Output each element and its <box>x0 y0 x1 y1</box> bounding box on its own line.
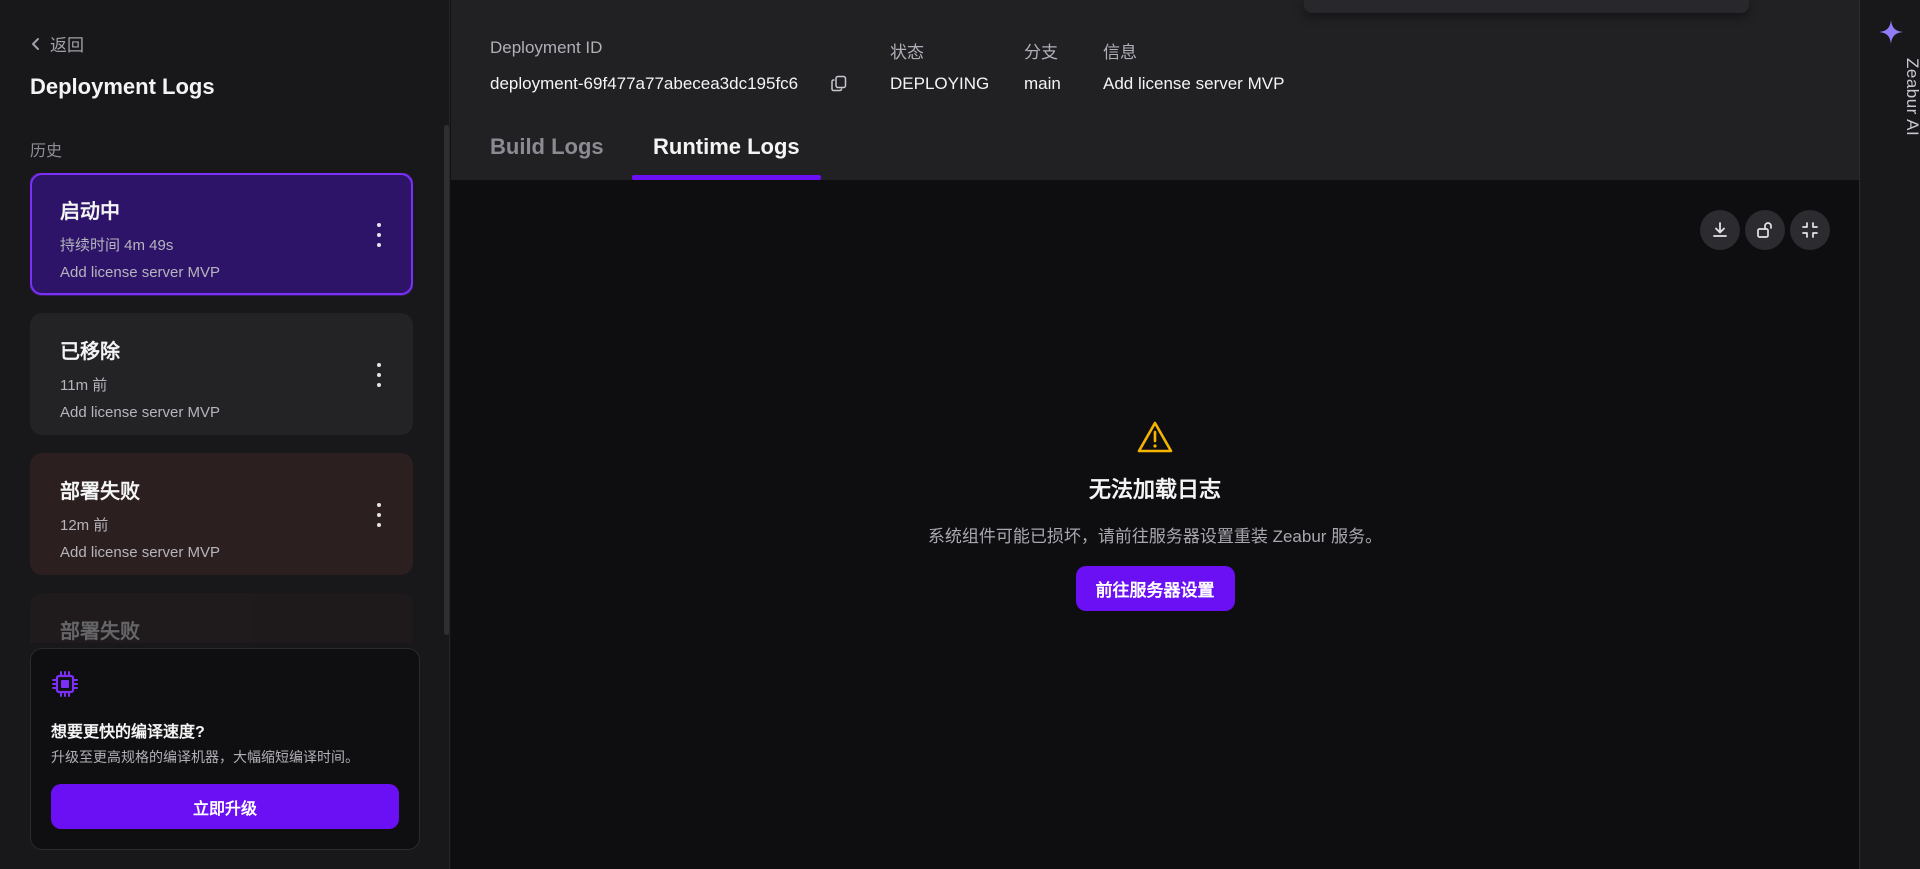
deployment-card-failed[interactable]: 部署失败 12m 前 Add license server MVP <box>30 453 413 575</box>
branch-label: 分支 <box>1024 43 1058 62</box>
cpu-chip-icon <box>52 671 78 697</box>
download-logs-button[interactable] <box>1700 210 1740 250</box>
deployment-status: 部署失败 <box>60 481 140 503</box>
error-description: 系统组件可能已损坏，请前往服务器设置重装 Zeabur 服务。 <box>927 527 1383 546</box>
status-label: 状态 <box>890 43 924 62</box>
download-icon <box>1713 222 1727 237</box>
upgrade-description: 升级至更高规格的编译机器，大幅缩短编译时间。 <box>51 749 359 765</box>
upgrade-promo-card: 想要更快的编译速度? 升级至更高规格的编译机器，大幅缩短编译时间。 立即升级 <box>30 648 420 850</box>
zeabur-ai-label: Zeabur AI <box>1903 58 1920 137</box>
tab-build-logs[interactable]: Build Logs <box>490 134 604 160</box>
top-popover-edge <box>1304 0 1749 13</box>
history-section-label: 历史 <box>30 143 63 160</box>
logs-error-state: 无法加载日志 系统组件可能已损坏，请前往服务器设置重装 Zeabur 服务。 前… <box>451 420 1859 611</box>
deployment-id-value: deployment-69f477a77abecea3dc195fc6 <box>490 74 799 93</box>
info-label: 信息 <box>1103 43 1137 62</box>
copy-icon[interactable] <box>831 75 847 92</box>
deployment-status: 启动中 <box>60 201 120 223</box>
deployment-history-list: 启动中 持续时间 4m 49s Add license server MVP 已… <box>30 173 413 643</box>
info-value: Add license server MVP <box>1103 74 1285 93</box>
tab-runtime-logs[interactable]: Runtime Logs <box>653 134 800 160</box>
deployment-card-removed[interactable]: 已移除 11m 前 Add license server MVP <box>30 313 413 435</box>
more-options-icon[interactable] <box>375 363 383 387</box>
branch-value: main <box>1024 74 1061 93</box>
deployment-card-failed[interactable]: 部署失败 <box>30 593 413 643</box>
chevron-left-icon <box>32 37 39 50</box>
deployment-card-deploying[interactable]: 启动中 持续时间 4m 49s Add license server MVP <box>30 173 413 295</box>
sidebar-scrollbar[interactable] <box>444 125 449 635</box>
warning-triangle-icon <box>1137 421 1173 453</box>
deployment-duration: 持续时间 4m 49s <box>60 237 174 254</box>
more-options-icon[interactable] <box>375 223 383 247</box>
upgrade-title: 想要更快的编译速度? <box>51 724 205 741</box>
deployment-header: Deployment ID deployment-69f477a77abecea… <box>451 0 1859 180</box>
deployment-commit-message: Add license server MVP <box>60 544 221 561</box>
app-root: 返回 Deployment Logs 历史 启动中 持续时间 4m 49s Ad… <box>0 0 1920 869</box>
more-options-icon[interactable] <box>375 503 383 527</box>
deployment-time: 11m 前 <box>60 377 108 394</box>
deployment-status: 部署失败 <box>60 621 140 643</box>
lock-scroll-button[interactable] <box>1745 210 1785 250</box>
deployment-time: 12m 前 <box>60 517 109 534</box>
upgrade-now-button[interactable]: 立即升级 <box>51 784 399 829</box>
back-link[interactable]: 返回 <box>30 31 84 56</box>
sidebar: 返回 Deployment Logs 历史 启动中 持续时间 4m 49s Ad… <box>0 0 450 869</box>
deployment-status: 已移除 <box>60 341 120 363</box>
active-tab-indicator <box>632 175 821 180</box>
go-to-server-settings-button[interactable]: 前往服务器设置 <box>1075 566 1235 611</box>
main-panel: Deployment ID deployment-69f477a77abecea… <box>451 0 1859 869</box>
deployment-id-label: Deployment ID <box>490 38 603 57</box>
status-value: DEPLOYING <box>890 74 990 93</box>
collapse-icon <box>1802 222 1818 238</box>
collapse-button[interactable] <box>1790 210 1830 250</box>
back-label: 返回 <box>50 36 84 55</box>
sparkle-icon <box>1879 20 1903 44</box>
zeabur-ai-panel-toggle[interactable]: Zeabur AI <box>1859 0 1920 869</box>
unlock-icon <box>1757 222 1772 238</box>
error-title: 无法加载日志 <box>1088 477 1221 502</box>
deployment-commit-message: Add license server MVP <box>60 264 221 281</box>
deployment-commit-message: Add license server MVP <box>60 404 221 421</box>
page-title: Deployment Logs <box>30 74 215 99</box>
